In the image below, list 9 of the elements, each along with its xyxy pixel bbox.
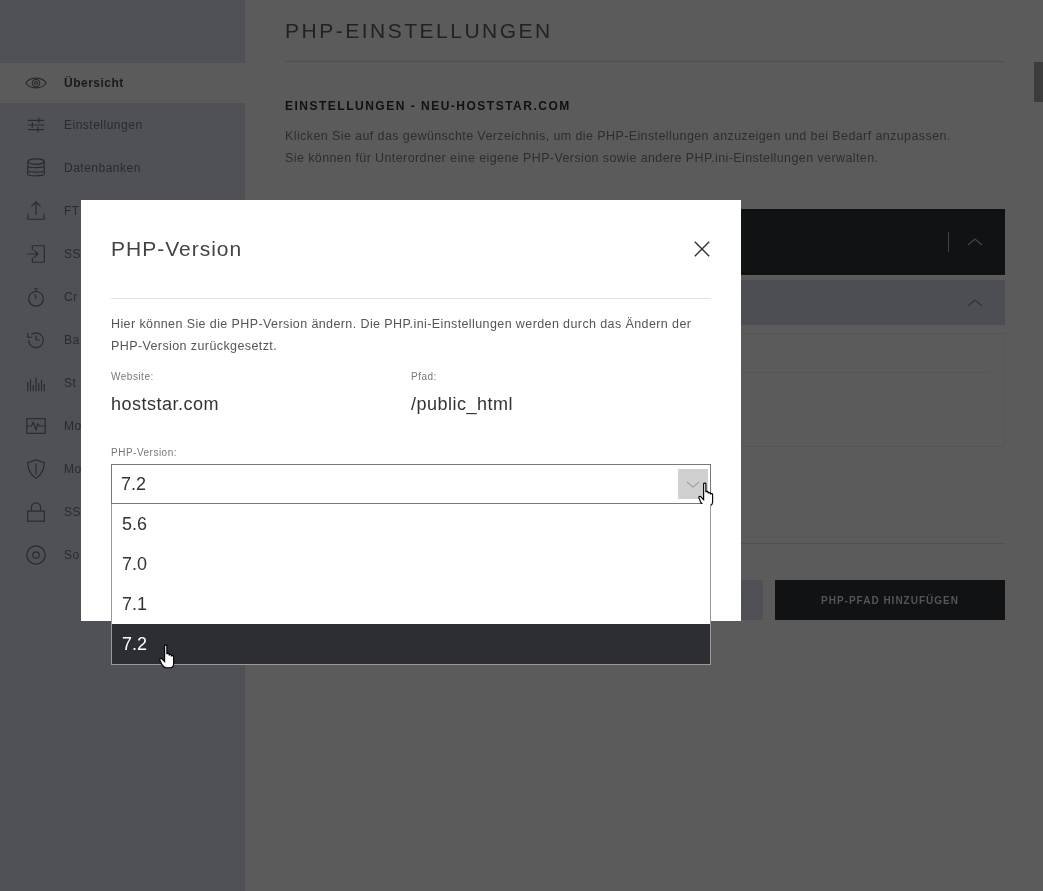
path-value: /public_html [411, 394, 515, 415]
modal-description: Hier können Sie die PHP-Version ändern. Die PHP.ini-Einstellungen werden durch das Ändern der PHP-Version zurückgesetzt. [111, 316, 693, 355]
website-value: hoststar.com [111, 394, 221, 415]
modal-title: PHP-Version [111, 237, 243, 261]
field-label: PHP-Version: [111, 447, 179, 458]
field-label: Website: [111, 371, 155, 382]
section-heading: EINSTELLUNGEN - NEU-HOSTSTAR.COM [285, 99, 572, 113]
page-title: PHP-EINSTELLUNGEN [285, 19, 554, 43]
field-label: Pfad: [411, 371, 438, 382]
